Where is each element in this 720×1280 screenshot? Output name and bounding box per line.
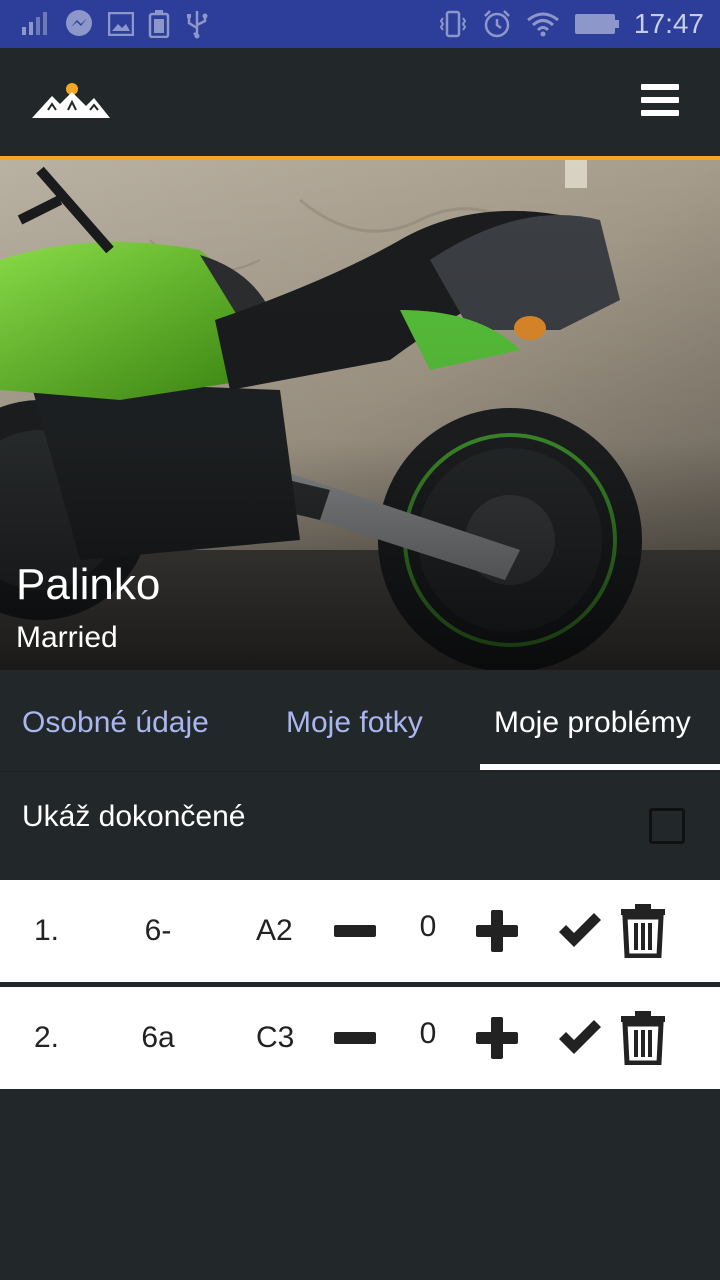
problem-index: 1. xyxy=(34,914,60,947)
tab-osobne-udaje[interactable]: Osobné údaje xyxy=(22,706,209,740)
problem-row: 2. 6a C3 0 xyxy=(0,987,720,1089)
hamburger-menu-icon[interactable] xyxy=(636,84,684,124)
plus-icon[interactable] xyxy=(472,987,522,1089)
app-bar xyxy=(0,48,720,156)
alarm-icon xyxy=(482,9,512,39)
trash-icon[interactable] xyxy=(618,880,668,982)
minus-icon[interactable] xyxy=(330,880,380,982)
check-icon[interactable] xyxy=(552,987,608,1089)
problem-grade: 6- xyxy=(144,914,172,947)
problem-sector: A2 xyxy=(256,914,293,947)
battery-icon xyxy=(574,12,620,36)
status-bar: 17:47 xyxy=(0,0,720,48)
messenger-icon xyxy=(64,9,94,39)
vibrate-icon xyxy=(438,9,468,39)
profile-status: Married xyxy=(16,621,118,654)
battery-saver-icon xyxy=(148,10,170,38)
attempt-count: 0 xyxy=(419,1017,437,1050)
minus-icon[interactable] xyxy=(330,987,380,1089)
attempt-count: 0 xyxy=(419,910,437,943)
wifi-icon xyxy=(526,11,560,37)
gallery-icon xyxy=(108,12,134,36)
status-bar-right: 17:47 xyxy=(438,8,704,40)
active-tab-indicator xyxy=(480,764,720,770)
tab-moje-fotky[interactable]: Moje fotky xyxy=(286,706,423,740)
trash-icon[interactable] xyxy=(618,987,668,1089)
signal-icon xyxy=(20,11,50,37)
problem-row: 1. 6- A2 0 xyxy=(0,880,720,982)
mountain-logo-icon[interactable] xyxy=(30,80,112,125)
problem-sector: C3 xyxy=(256,1021,295,1054)
status-time: 17:47 xyxy=(633,8,704,39)
problem-grade: 6a xyxy=(141,1021,175,1054)
usb-icon xyxy=(184,9,210,39)
profile-tabs: Osobné údaje Moje fotky Moje problémy xyxy=(0,670,720,772)
show-completed-checkbox[interactable] xyxy=(649,808,685,844)
plus-icon[interactable] xyxy=(472,880,522,982)
profile-name: Palinko xyxy=(16,560,161,609)
show-completed-label: Ukáž dokončené xyxy=(22,800,246,833)
status-bar-left xyxy=(20,9,210,39)
show-completed-filter: Ukáž dokončené xyxy=(0,772,720,878)
tab-moje-problemy[interactable]: Moje problémy xyxy=(494,706,691,740)
check-icon[interactable] xyxy=(552,880,608,982)
problem-index: 2. xyxy=(34,1021,60,1054)
